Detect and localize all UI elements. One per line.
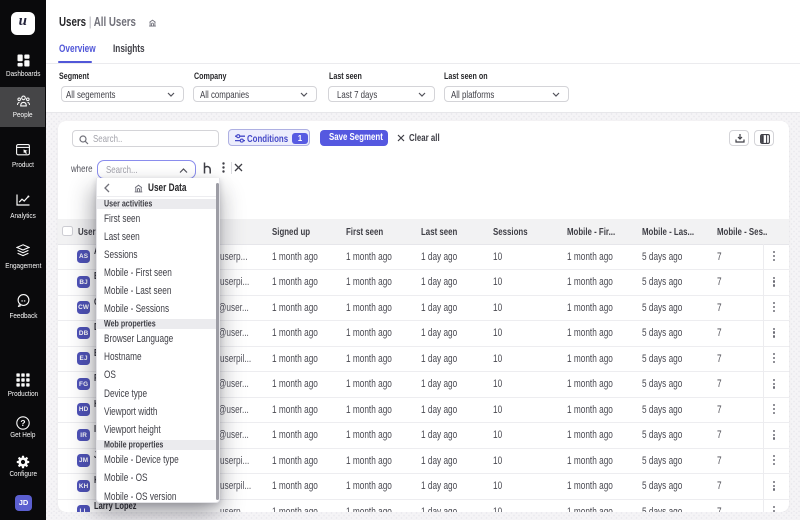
svg-text:?: ? — [20, 418, 25, 428]
